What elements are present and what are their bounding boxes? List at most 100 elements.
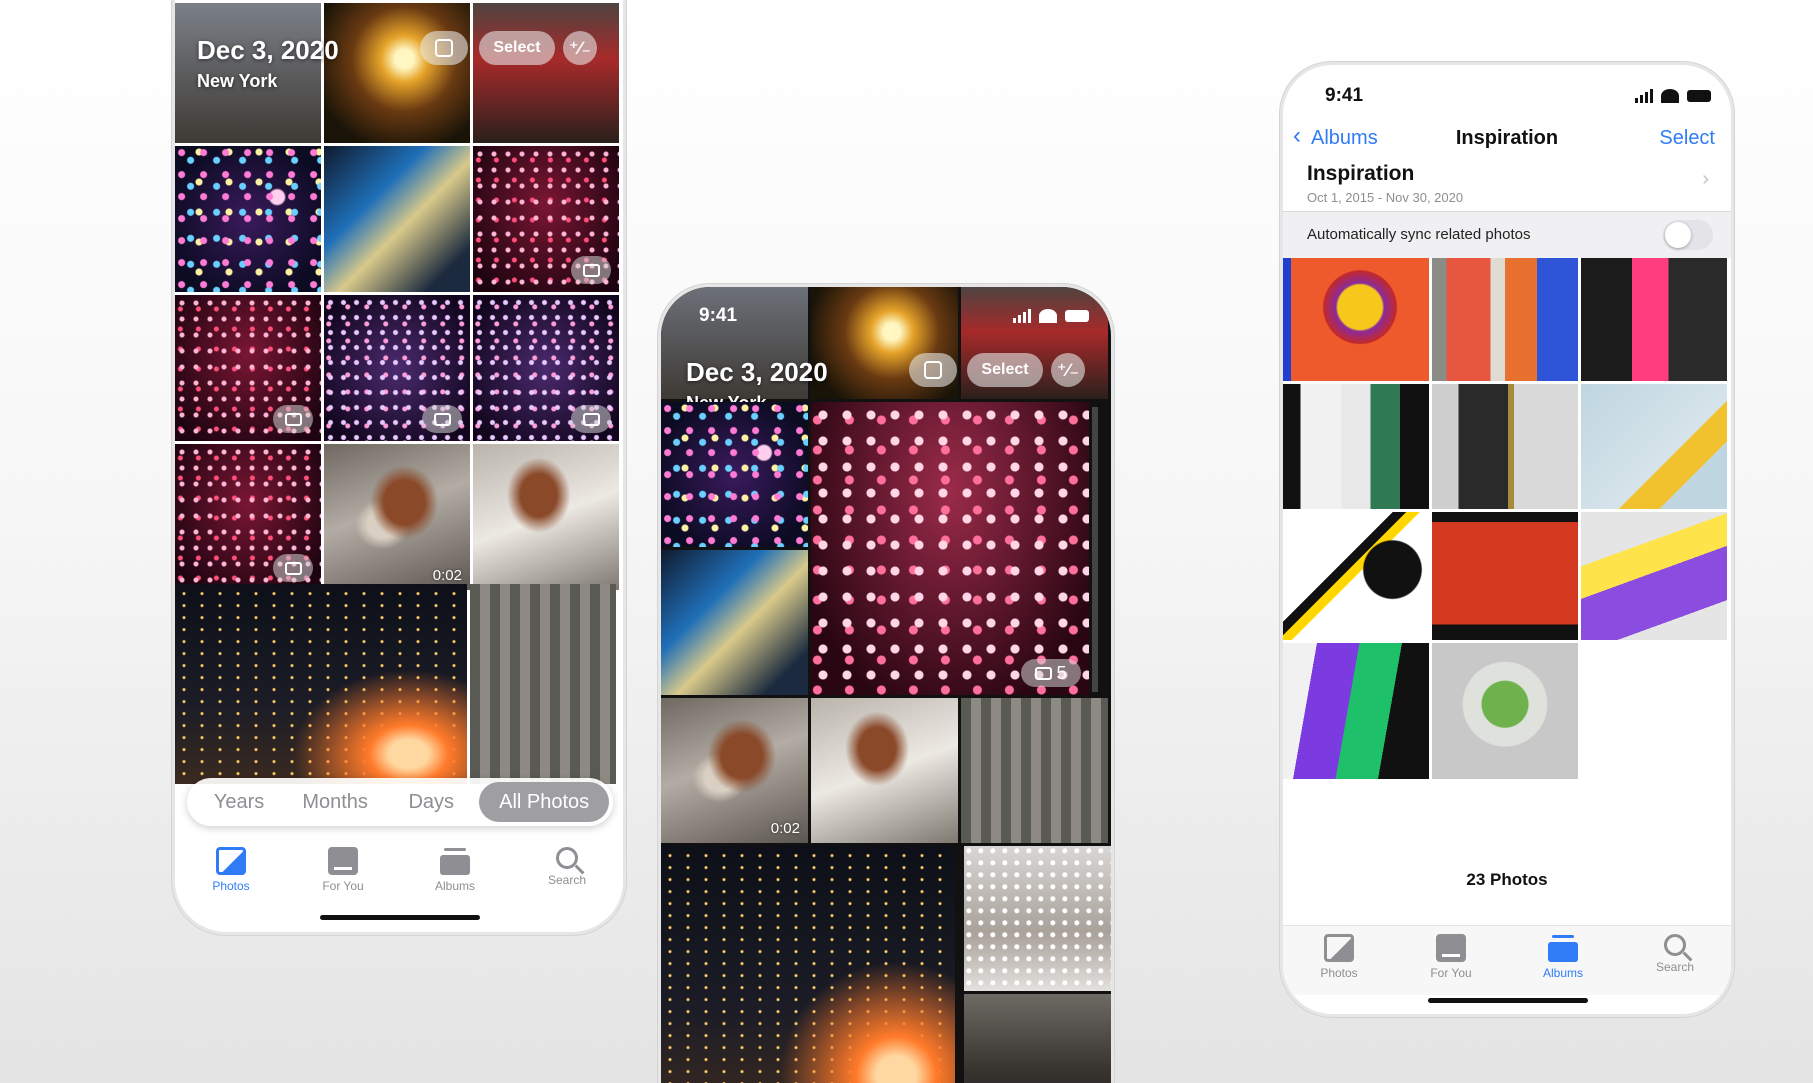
tab-photos[interactable]: Photos	[186, 847, 276, 911]
battery-icon	[1065, 310, 1089, 322]
photo-tile[interactable]	[661, 402, 808, 547]
home-indicator[interactable]	[1428, 998, 1588, 1003]
photo-tile[interactable]	[473, 444, 619, 590]
photo-tile[interactable]	[1283, 384, 1429, 509]
photo-tile[interactable]	[661, 550, 808, 695]
video-duration: 0:02	[432, 567, 462, 584]
wifi-icon	[1661, 89, 1679, 103]
photo-tile[interactable]	[175, 584, 467, 784]
tab-label: Albums	[434, 879, 475, 893]
albums-icon	[440, 848, 470, 875]
photo-tile[interactable]	[961, 698, 1108, 843]
photo-tile[interactable]	[470, 584, 616, 784]
photo-tile[interactable]	[1432, 512, 1578, 640]
home-indicator[interactable]	[320, 915, 480, 920]
photo-tile[interactable]	[661, 846, 955, 1083]
photo-tile[interactable]	[1432, 384, 1578, 509]
live-photo-badge	[273, 554, 313, 582]
photo-tile[interactable]	[324, 295, 470, 441]
tab-bar: Photos For You Albums Search	[1283, 925, 1731, 995]
photo-tile[interactable]	[175, 444, 321, 590]
photo-tile[interactable]	[811, 698, 958, 843]
phone-left-all-photos: Dec 3, 2020 New York Select ⁺∕₋ 0:02 Yea…	[172, 0, 626, 935]
albums-icon	[1548, 935, 1578, 962]
photo-count-badge: 5	[1021, 659, 1081, 687]
photo-count: 23 Photos	[1466, 870, 1548, 889]
video-duration: 0:02	[770, 820, 800, 837]
video-icon	[582, 263, 600, 277]
select-button[interactable]: Select	[967, 353, 1043, 387]
photo-tile[interactable]	[175, 295, 321, 441]
phone-middle-days: 9:41 Dec 3, 2020 New York Select ⁺∕₋ 5 0…	[658, 284, 1114, 1083]
photo-tile[interactable]	[473, 295, 619, 441]
zoom-icon: ⁺∕₋	[568, 37, 591, 58]
video-icon	[433, 412, 451, 426]
header-date: Dec 3, 2020	[686, 357, 828, 387]
cellular-signal-icon	[1635, 89, 1653, 103]
tab-label: Photos	[1320, 966, 1358, 980]
photos-icon	[216, 847, 246, 875]
photo-tile[interactable]	[1581, 384, 1727, 509]
photo-tile[interactable]	[175, 146, 321, 292]
segment-days[interactable]: Days	[383, 782, 479, 822]
zoom-button[interactable]: ⁺∕₋	[1051, 353, 1085, 387]
photo-stack-tile[interactable]: 5	[811, 402, 1089, 695]
wifi-icon	[1039, 309, 1057, 323]
photo-tile[interactable]	[1581, 512, 1727, 640]
photo-tile[interactable]	[1283, 643, 1429, 779]
battery-icon	[1687, 90, 1711, 102]
tab-photos[interactable]: Photos	[1294, 934, 1384, 995]
select-button[interactable]: Select	[1659, 127, 1715, 150]
select-button[interactable]: Select	[479, 31, 555, 65]
aspect-toggle-button[interactable]	[420, 31, 468, 65]
tab-bar: Photos For You Albums Search	[175, 841, 623, 911]
photo-tile[interactable]	[1581, 258, 1727, 381]
photo-tile[interactable]	[324, 3, 470, 143]
tab-label: Search	[547, 873, 587, 887]
tab-label: For You	[1430, 966, 1472, 980]
photos-icon	[1324, 934, 1354, 962]
for-you-icon	[1436, 934, 1466, 962]
tab-albums[interactable]: Albums	[410, 847, 500, 911]
photo-tile[interactable]	[1283, 258, 1429, 381]
header-date: Dec 3, 2020	[197, 35, 339, 65]
tab-search[interactable]: Search	[522, 847, 612, 911]
album-info-row[interactable]: Inspiration Oct 1, 2015 - Nov 30, 2020 ›	[1283, 150, 1731, 212]
video-icon	[284, 412, 302, 426]
tab-search[interactable]: Search	[1630, 934, 1720, 995]
video-icon	[582, 412, 600, 426]
photo-tile[interactable]	[473, 3, 619, 143]
video-tile[interactable]: 0:02	[661, 698, 808, 843]
status-time: 9:41	[699, 305, 738, 326]
library-view-segmented-control[interactable]: Years Months Days All Photos	[187, 778, 613, 826]
square-icon	[924, 361, 942, 379]
search-icon	[556, 847, 578, 869]
tab-for-you[interactable]: For You	[1406, 934, 1496, 995]
square-icon	[435, 39, 453, 57]
photo-tile[interactable]	[1432, 258, 1578, 381]
for-you-icon	[328, 847, 358, 875]
segment-months[interactable]: Months	[287, 782, 383, 822]
segment-all-photos[interactable]: All Photos	[479, 782, 609, 822]
video-tile[interactable]: 0:02	[324, 444, 470, 590]
search-icon	[1664, 934, 1686, 956]
tab-albums[interactable]: Albums	[1518, 934, 1608, 995]
segment-years[interactable]: Years	[191, 782, 287, 822]
tab-label: Albums	[1542, 966, 1583, 980]
photo-tile[interactable]	[324, 146, 470, 292]
photo-tile[interactable]	[1432, 643, 1578, 779]
sync-toggle[interactable]	[1663, 220, 1713, 250]
zoom-button[interactable]: ⁺∕₋	[563, 31, 597, 65]
cellular-signal-icon	[1013, 309, 1031, 323]
sync-label: Automatically sync related photos	[1307, 226, 1531, 243]
tab-for-you[interactable]: For You	[298, 847, 388, 911]
empty-cell	[1581, 643, 1727, 779]
stack-count: 5	[1056, 662, 1067, 683]
photo-tile[interactable]	[964, 994, 1111, 1083]
photo-tile[interactable]	[964, 846, 1111, 991]
photo-tile[interactable]	[1283, 512, 1429, 640]
photo-tile[interactable]	[473, 146, 619, 292]
aspect-toggle-button[interactable]	[909, 353, 957, 387]
live-photo-badge	[422, 405, 462, 433]
zoom-icon: ⁺∕₋	[1056, 359, 1079, 380]
